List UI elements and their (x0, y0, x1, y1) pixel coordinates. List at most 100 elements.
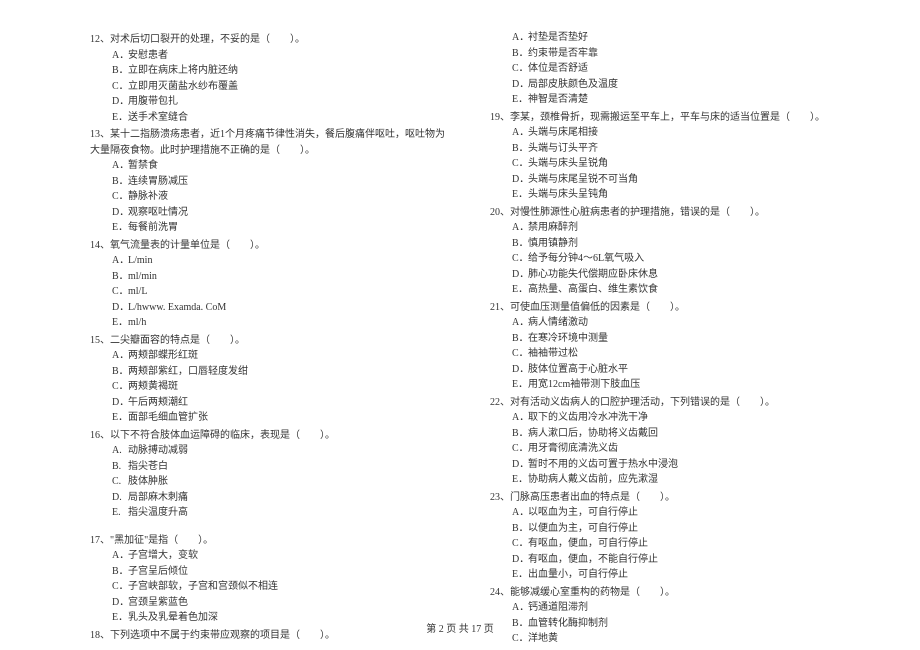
option-label: B． (512, 46, 528, 62)
option-label: D． (112, 205, 128, 221)
option: E．用宽12cm袖带测下肢血压 (490, 377, 850, 393)
option-label: A． (112, 253, 128, 269)
option-label: B． (512, 236, 528, 252)
option: A．病人情绪激动 (490, 315, 850, 331)
option-text: 头端与床头呈钝角 (528, 189, 608, 200)
option: A.动脉搏动减弱 (90, 443, 450, 459)
option: A．子宫增大，变软 (90, 548, 450, 564)
option-text: 立即在病床上将内脏还纳 (128, 65, 238, 76)
option-text: L/min (128, 255, 152, 266)
option-text: 衬垫是否垫好 (528, 32, 588, 43)
option-label: E． (512, 567, 528, 583)
option: A．安慰患者 (90, 48, 450, 64)
option-text: 宫颈呈紫蓝色 (128, 597, 188, 608)
option-label: B. (112, 459, 128, 475)
option: B．子宫呈后倾位 (90, 564, 450, 580)
option-label: C． (512, 156, 528, 172)
option: D．肺心功能失代偿期应卧床休息 (490, 267, 850, 283)
option-text: ml/h (128, 317, 146, 328)
option-text: 头端与订头平齐 (528, 143, 598, 154)
option: C．用牙膏彻底清洗义齿 (490, 441, 850, 457)
option: E．送手术室缝合 (90, 110, 450, 126)
option: D.局部麻木刺痛 (90, 490, 450, 506)
option-text: 以便血为主，可自行停止 (528, 523, 638, 534)
option: C．两颊黄褐斑 (90, 379, 450, 395)
option-text: 出血量小，可自行停止 (528, 569, 628, 580)
option-label: E． (112, 220, 128, 236)
page-footer: 第 2 页 共 17 页 (0, 620, 920, 635)
option: B．立即在病床上将内脏还纳 (90, 63, 450, 79)
option-label: C． (512, 346, 528, 362)
option: E．高热量、高蛋白、维生素饮食 (490, 282, 850, 298)
option-text: 立即用灭菌盐水纱布覆盖 (128, 81, 238, 92)
option-label: B． (112, 63, 128, 79)
question-text: 23、门脉高压患者出血的特点是（ ）。 (490, 490, 850, 506)
option-label: C. (112, 474, 128, 490)
option-text: 面部毛细血管扩张 (128, 412, 208, 423)
option-label: D． (112, 300, 128, 316)
option-text: 暂时不用的义齿可置于热水中浸泡 (528, 459, 678, 470)
option-text: 慎用镇静剂 (528, 238, 578, 249)
option-label: A． (512, 30, 528, 46)
option-label: A． (512, 315, 528, 331)
option: A．暂禁食 (90, 158, 450, 174)
option-text: 两颊部蝶形红斑 (128, 350, 198, 361)
option-text: 用腹带包扎 (128, 96, 178, 107)
option-text: ml/min (128, 271, 157, 282)
option-label: B． (512, 141, 528, 157)
option-label: A． (512, 600, 528, 616)
option-text: 协助病人戴义齿前，应先漱湿 (528, 474, 658, 485)
option-text: 给予每分钟4～6L氧气吸入 (528, 253, 644, 264)
option-text: 指尖苍白 (128, 461, 168, 472)
option-label: C． (112, 189, 128, 205)
option-text: 在寒冷环境中测量 (528, 333, 608, 344)
option: E．神智是否清楚 (490, 92, 850, 108)
option-label: B． (112, 174, 128, 190)
option-text: 头端与床头呈锐角 (528, 158, 608, 169)
option: B．慎用镇静剂 (490, 236, 850, 252)
question-text: 19、李某，颈椎骨折，现需搬运至平车上，平车与床的适当位置是（ ）。 (490, 110, 850, 126)
option-label: E． (512, 282, 528, 298)
option: D．用腹带包扎 (90, 94, 450, 110)
option-text: 肢体位置高于心脏水平 (528, 364, 628, 375)
option-label: D． (512, 172, 528, 188)
option: E．出血量小，可自行停止 (490, 567, 850, 583)
option-text: L/hwww. Examda. CoM (128, 302, 226, 313)
option-text: 神智是否清楚 (528, 94, 588, 105)
option-label: E． (512, 472, 528, 488)
option: B．连续胃肠减压 (90, 174, 450, 190)
option-label: C． (112, 379, 128, 395)
option-text: 肢体肿胀 (128, 476, 168, 487)
option-text: 体位是否舒适 (528, 63, 588, 74)
question-text: 14、氧气流量表的计量单位是（ ）。 (90, 238, 450, 254)
option-text: 以呕血为主，可自行停止 (528, 507, 638, 518)
option-label: C． (512, 536, 528, 552)
option-text: 禁用麻醉剂 (528, 222, 578, 233)
option: A．L/min (90, 253, 450, 269)
option: E．ml/h (90, 315, 450, 331)
option: E．协助病人戴义齿前，应先漱湿 (490, 472, 850, 488)
option: C．子宫峡部软，子宫和宫颈似不相连 (90, 579, 450, 595)
option: A．钙通道阻滞剂 (490, 600, 850, 616)
option-text: 肺心功能失代偿期应卧床休息 (528, 269, 658, 280)
option: C．袖袖带过松 (490, 346, 850, 362)
option-label: D． (512, 457, 528, 473)
option-text: 送手术室缝合 (128, 112, 188, 123)
option-label: A． (512, 410, 528, 426)
option: A．取下的义齿用冷水冲洗干净 (490, 410, 850, 426)
question-text: 17、"黑加征"是指（ ）。 (90, 533, 450, 549)
option: D．头端与床尾呈锐不可当角 (490, 172, 850, 188)
option-label: D. (112, 490, 128, 506)
option: C．给予每分钟4～6L氧气吸入 (490, 251, 850, 267)
option-text: 高热量、高蛋白、维生素饮食 (528, 284, 658, 295)
option-label: A. (112, 443, 128, 459)
option: D．暂时不用的义齿可置于热水中浸泡 (490, 457, 850, 473)
question-text: 21、可使血压测量值偏低的因素是（ ）。 (490, 300, 850, 316)
option-text: 子宫峡部软，子宫和宫颈似不相连 (128, 581, 278, 592)
option: B.指尖苍白 (90, 459, 450, 475)
option-label: E． (112, 410, 128, 426)
option: D．局部皮肤颜色及温度 (490, 77, 850, 93)
option-label: C． (112, 79, 128, 95)
option-label: A． (512, 505, 528, 521)
option-label: C． (112, 284, 128, 300)
